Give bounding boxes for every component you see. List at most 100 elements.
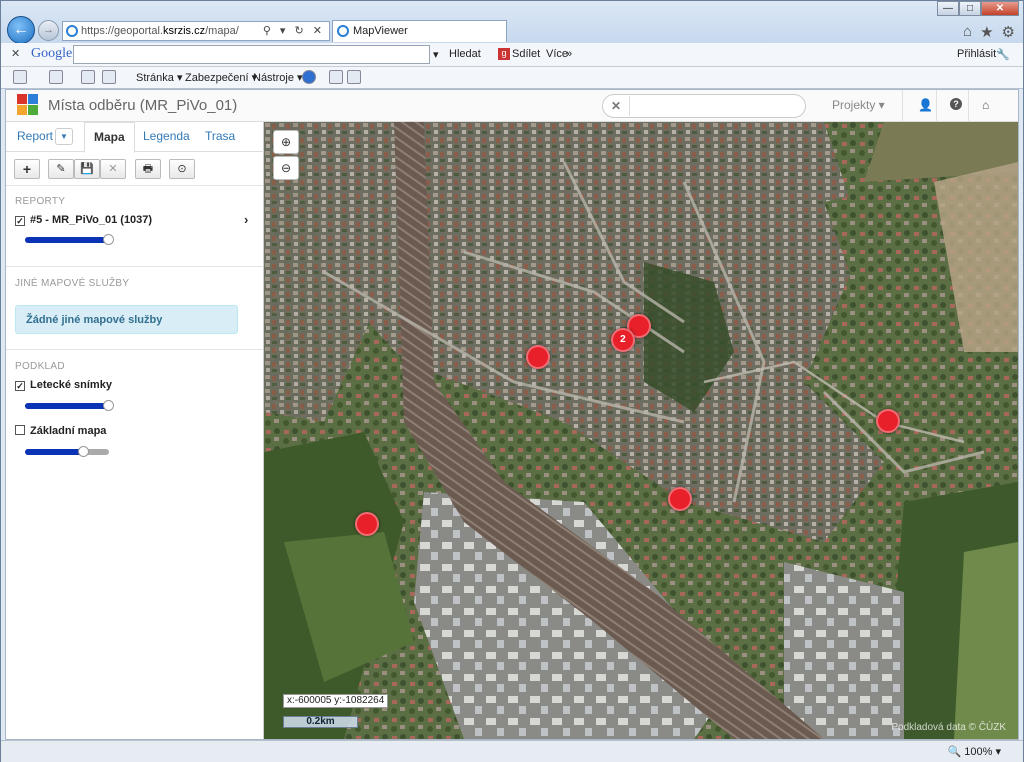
print-button[interactable]: 🖶 — [135, 159, 161, 179]
login-link[interactable]: Přihlásit — [957, 48, 996, 60]
status-bar: 🔍 100% ▾ — [1, 740, 1023, 762]
scale-bar: 0.2km — [283, 716, 358, 728]
google-toolbar: ✕ Google ▾ Hledat g Sdílet Více » Přihlá… — [1, 43, 1023, 67]
gear-icon[interactable]: ⚙ — [1002, 23, 1015, 41]
zoom-in-button[interactable]: ⊕ — [273, 130, 299, 154]
report-item-label: #5 - MR_PiVo_01 (1037) — [30, 214, 153, 226]
page-menu[interactable]: Stránka ▾ — [136, 71, 183, 84]
report-dropdown-button[interactable]: ▼ — [55, 128, 73, 145]
checkbox-checked[interactable]: ✓ — [15, 381, 25, 391]
maximize-button[interactable]: □ — [959, 1, 981, 16]
edit-button[interactable]: ✎ — [48, 159, 74, 179]
help-icon[interactable] — [302, 70, 316, 84]
more-button[interactable]: Více — [546, 48, 568, 60]
mail-icon[interactable] — [81, 70, 95, 84]
favorites-star-icon[interactable]: ★ — [980, 23, 993, 41]
sidebar-tabs: Report ▼ Mapa Legenda Trasa — [6, 122, 264, 153]
home-icon[interactable]: ⌂ — [963, 23, 972, 41]
browser-tab[interactable]: MapViewer — [332, 20, 507, 42]
help-icon[interactable]: ? — [950, 98, 962, 110]
more-chevron-icon: » — [566, 48, 573, 60]
export-button[interactable]: ⊙ — [169, 159, 195, 179]
no-services-alert: Žádné jiné mapové služby — [15, 305, 238, 334]
search-input[interactable] — [629, 96, 799, 116]
delete-button[interactable]: ✕ — [100, 159, 126, 179]
google-logo: Google — [31, 46, 73, 61]
window-controls: — □ ✕ — [937, 1, 1019, 17]
browser-address-row: ← → https://geoportal.ksrzis.cz/mapa/ ⚲ … — [1, 1, 1023, 44]
report-item[interactable]: ✓ #5 - MR_PiVo_01 (1037) — [15, 214, 152, 226]
map-marker[interactable] — [875, 408, 900, 433]
address-bar[interactable]: https://geoportal.ksrzis.cz/mapa/ ⚲ ▾ ↻ … — [62, 21, 330, 41]
forward-button[interactable]: → — [38, 20, 59, 41]
url-domain: ksrzis.cz — [162, 25, 206, 37]
map-canvas[interactable]: 2 ⊕ ⊖ x:-600005 y:-1082264 0.2km Podklad… — [264, 122, 1018, 739]
other-services-heading: JINÉ MAPOVÉ SLUŽBY — [15, 278, 130, 289]
google-search-input[interactable] — [73, 45, 430, 64]
ie-favicon-icon — [337, 25, 349, 37]
rss-feed-icon[interactable] — [49, 70, 63, 84]
tools-menu[interactable]: Nástroje ▾ — [253, 71, 303, 84]
add-button[interactable]: + — [14, 159, 40, 179]
save-button[interactable]: 💾 — [74, 159, 100, 179]
browser-icons: ⌂ ★ ⚙ — [963, 23, 1015, 41]
map-marker[interactable] — [354, 511, 379, 536]
home-icon[interactable]: ⌂ — [982, 98, 989, 112]
close-window-button[interactable]: ✕ — [981, 1, 1019, 16]
google-search-button[interactable]: Hledat — [449, 48, 481, 60]
clear-search-icon[interactable]: ✕ — [611, 99, 621, 113]
projects-dropdown[interactable]: Projekty ▾ — [832, 98, 885, 112]
wrench-icon[interactable]: 🔧 — [996, 48, 1010, 61]
map-attribution: Podkladová data © ČÚZK — [891, 722, 1006, 733]
back-button[interactable]: ← — [7, 16, 35, 44]
header-divider — [936, 90, 937, 122]
security-menu-label: Zabezpečení — [185, 72, 249, 84]
sidebar: Report ▼ Mapa Legenda Trasa + ✎ 💾 ✕ 🖶 ⊙ … — [6, 122, 264, 739]
chevron-right-icon[interactable]: › — [244, 212, 248, 227]
address-controls[interactable]: ⚲ ▾ ↻ ✕ — [263, 22, 325, 40]
dropdown-arrow-icon[interactable]: ▾ — [433, 48, 439, 61]
ie-favicon-icon — [66, 25, 78, 37]
aerial-imagery — [264, 122, 1018, 739]
tab-route[interactable]: Trasa — [205, 129, 235, 143]
base-layer-basemap[interactable]: Základní mapa — [15, 425, 106, 437]
coordinates-readout: x:-600005 y:-1082264 — [283, 694, 389, 708]
command-bar: Stránka ▾ Zabezpečení ▾ Nástroje ▾ — [1, 67, 1023, 89]
url-prefix: https://geoportal. — [81, 25, 163, 37]
checkbox-unchecked[interactable] — [15, 425, 25, 435]
zoom-level[interactable]: 🔍 100% ▾ — [948, 745, 1001, 758]
page-title: Místa odběru (MR_PiVo_01) — [48, 97, 238, 114]
url-path: /mapa/ — [205, 25, 239, 37]
divider — [6, 266, 263, 267]
map-viewer-app: Místa odběru (MR_PiVo_01) ✕ Projekty ▾ 👤… — [5, 89, 1019, 740]
zoom-level-value: 100% — [964, 746, 993, 758]
print-icon[interactable] — [102, 70, 116, 84]
research-icon[interactable] — [329, 70, 343, 84]
user-icon[interactable]: 👤 — [918, 98, 933, 112]
minimize-button[interactable]: — — [937, 1, 959, 16]
report-toolbar: + ✎ 💾 ✕ 🖶 ⊙ — [14, 159, 264, 181]
header-search: ✕ — [602, 94, 806, 118]
base-layers-heading: PODKLAD — [15, 361, 65, 372]
checkbox-checked[interactable]: ✓ — [15, 216, 25, 226]
browser-window: ← → https://geoportal.ksrzis.cz/mapa/ ⚲ … — [0, 0, 1024, 762]
home-icon[interactable] — [13, 70, 27, 84]
map-marker[interactable] — [525, 345, 550, 370]
base-layer-aerial[interactable]: ✓ Letecké snímky — [15, 379, 112, 391]
messenger-icon[interactable] — [347, 70, 361, 84]
map-marker[interactable] — [668, 486, 693, 511]
divider — [6, 349, 263, 350]
tab-map[interactable]: Mapa — [84, 122, 135, 153]
tools-menu-label: Nástroje — [253, 72, 294, 84]
app-header: Místa odběru (MR_PiVo_01) ✕ Projekty ▾ 👤… — [6, 90, 1018, 122]
close-toolbar-icon[interactable]: ✕ — [11, 47, 20, 60]
zoom-out-button[interactable]: ⊖ — [273, 156, 299, 180]
header-divider — [902, 90, 903, 122]
share-button[interactable]: Sdílet — [512, 48, 540, 60]
security-menu[interactable]: Zabezpečení ▾ — [185, 71, 257, 84]
divider — [6, 185, 263, 186]
tab-report[interactable]: Report — [17, 129, 53, 143]
tab-legend[interactable]: Legenda — [143, 129, 190, 143]
header-divider — [968, 90, 969, 122]
base-layer-aerial-label: Letecké snímky — [30, 379, 112, 391]
